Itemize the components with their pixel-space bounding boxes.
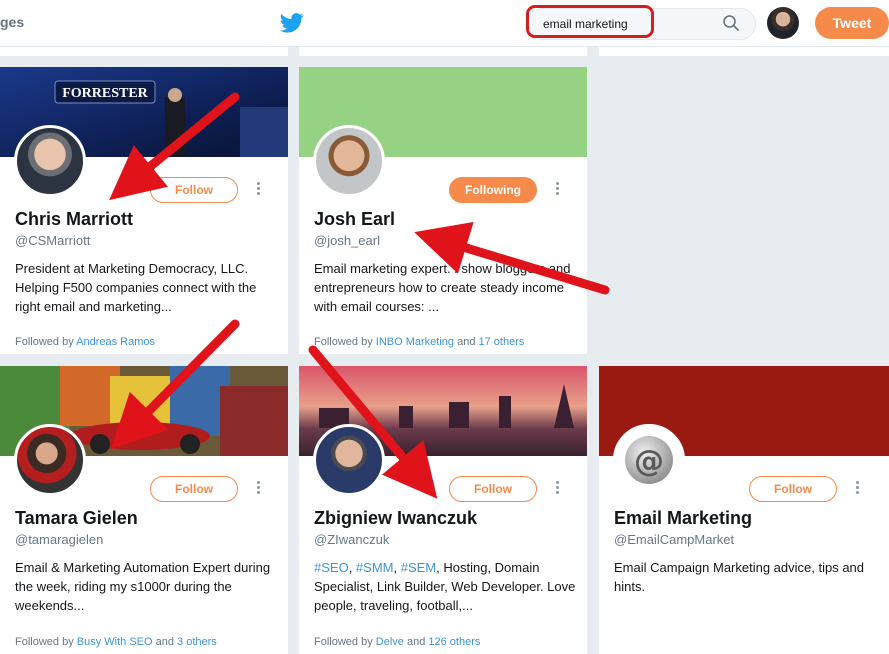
svg-text:@: @ bbox=[634, 444, 664, 479]
followed-by-and: and bbox=[406, 636, 426, 648]
user-card[interactable]: FORRESTER Follow Chris Marriott @CSMarri… bbox=[0, 67, 288, 354]
followed-by-and: and bbox=[457, 336, 476, 348]
more-vertical-icon[interactable] bbox=[255, 480, 261, 496]
user-handle[interactable]: @tamaragielen bbox=[15, 532, 103, 547]
user-bio: President at Marketing Democracy, LLC. H… bbox=[15, 261, 257, 314]
followed-by-others-link[interactable]: 3 others bbox=[177, 636, 217, 648]
following-button[interactable]: Following bbox=[449, 177, 537, 203]
followed-by-and: and bbox=[155, 636, 174, 648]
user-avatar[interactable] bbox=[767, 7, 799, 39]
previous-card-strip bbox=[0, 46, 288, 56]
hashtag-link[interactable]: #SEO bbox=[314, 560, 349, 575]
user-handle[interactable]: @ZIwanczuk bbox=[314, 532, 389, 547]
user-card[interactable]: Following Josh Earl @josh_earl Email mar… bbox=[299, 67, 587, 354]
bio-separator: , bbox=[348, 560, 356, 575]
user-name[interactable]: Zbigniew Iwanczuk bbox=[314, 508, 477, 529]
previous-card-strip bbox=[299, 46, 587, 56]
follow-button[interactable]: Follow bbox=[449, 476, 537, 502]
at-sign-icon: @ bbox=[625, 436, 673, 484]
user-handle[interactable]: @josh_earl bbox=[314, 233, 380, 248]
user-handle[interactable]: @EmailCampMarket bbox=[614, 532, 734, 547]
followed-by-label: Followed by bbox=[15, 336, 74, 348]
forrester-banner-text: FORRESTER bbox=[62, 86, 148, 101]
hashtag-link[interactable]: #SMM bbox=[356, 560, 394, 575]
followed-by-link[interactable]: Delve bbox=[376, 636, 404, 648]
more-vertical-icon[interactable] bbox=[854, 480, 860, 496]
followed-by: Followed by Andreas Ramos bbox=[15, 336, 155, 348]
user-card[interactable]: Follow Tamara Gielen @tamaragielen Email… bbox=[0, 366, 288, 654]
user-card[interactable]: @ Follow Email Marketing @EmailCampMarke… bbox=[599, 366, 889, 654]
user-name[interactable]: Tamara Gielen bbox=[15, 508, 138, 529]
more-vertical-icon[interactable] bbox=[255, 181, 261, 197]
user-name[interactable]: Chris Marriott bbox=[15, 209, 133, 230]
more-vertical-icon[interactable] bbox=[554, 480, 560, 496]
user-bio: Email marketing expert. I show bloggers … bbox=[314, 261, 571, 314]
followed-by-label: Followed by bbox=[314, 336, 373, 348]
avatar[interactable] bbox=[14, 424, 86, 496]
follow-button[interactable]: Follow bbox=[150, 476, 238, 502]
followed-by-link[interactable]: Busy With SEO bbox=[77, 636, 153, 648]
avatar[interactable]: @ bbox=[613, 424, 685, 496]
follow-button[interactable]: Follow bbox=[749, 476, 837, 502]
avatar[interactable] bbox=[14, 125, 86, 197]
twitter-bird-icon[interactable] bbox=[280, 12, 304, 34]
followed-by-label: Followed by bbox=[314, 636, 373, 648]
followed-by: Followed by INBO Marketing and 17 others bbox=[314, 336, 524, 348]
avatar[interactable] bbox=[313, 125, 385, 197]
nav-messages-partial[interactable]: ges bbox=[0, 14, 24, 30]
previous-card-strip bbox=[599, 46, 889, 56]
followed-by-others-link[interactable]: 126 others bbox=[428, 636, 480, 648]
user-name[interactable]: Josh Earl bbox=[314, 209, 395, 230]
user-name[interactable]: Email Marketing bbox=[614, 508, 752, 529]
search-icon[interactable] bbox=[722, 14, 740, 32]
hashtag-link[interactable]: #SEM bbox=[401, 560, 436, 575]
user-bio: Email & Marketing Automation Expert duri… bbox=[15, 560, 271, 613]
user-bio: #SEO, #SMM, #SEM, Hosting, Domain Specia… bbox=[314, 558, 576, 615]
user-card[interactable]: Follow Zbigniew Iwanczuk @ZIwanczuk #SEO… bbox=[299, 366, 587, 654]
avatar[interactable] bbox=[313, 424, 385, 496]
followed-by-others-link[interactable]: 17 others bbox=[479, 336, 525, 348]
followed-by-link[interactable]: INBO Marketing bbox=[376, 336, 454, 348]
user-handle[interactable]: @CSMarriott bbox=[15, 233, 90, 248]
followed-by-link[interactable]: Andreas Ramos bbox=[76, 336, 155, 348]
followed-by-label: Followed by bbox=[15, 636, 74, 648]
tweet-button[interactable]: Tweet bbox=[815, 7, 889, 39]
more-vertical-icon[interactable] bbox=[554, 181, 560, 197]
user-bio: Email Campaign Marketing advice, tips an… bbox=[614, 560, 865, 594]
bio-separator: , bbox=[393, 560, 401, 575]
follow-button[interactable]: Follow bbox=[150, 177, 238, 203]
search-highlight-annotation bbox=[526, 5, 654, 38]
top-navigation-bar: ges Tweet bbox=[0, 0, 889, 47]
followed-by: Followed by Busy With SEO and 3 others bbox=[15, 636, 217, 648]
followed-by: Followed by Delve and 126 others bbox=[314, 636, 480, 648]
